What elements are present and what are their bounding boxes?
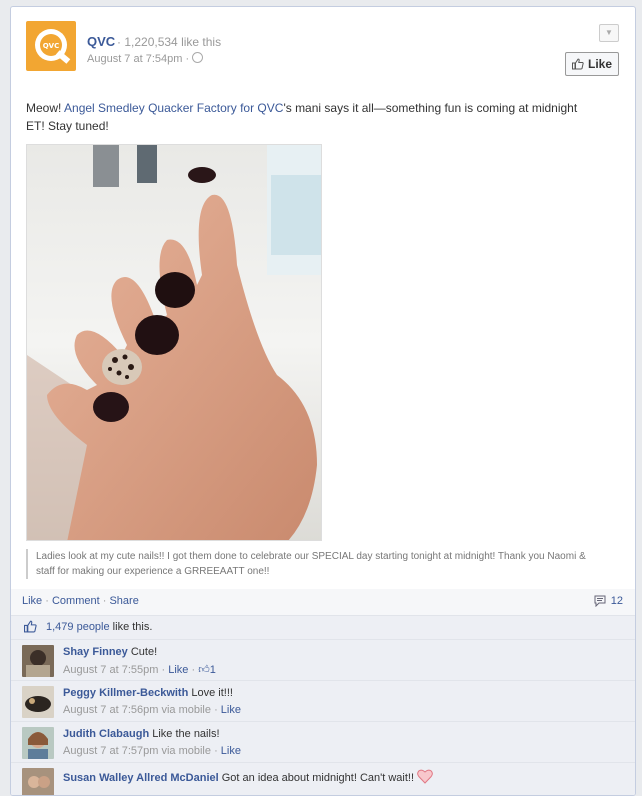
feedback-section: Like · Comment · Share 12 1,479 people l… bbox=[11, 589, 635, 795]
post-timestamp: August 7 at 7:54pm · bbox=[87, 52, 204, 65]
comment-author-link[interactable]: Shay Finney bbox=[63, 646, 128, 658]
comment-like-link[interactable]: Like bbox=[221, 745, 241, 757]
post-message: Meow! Angel Smedley Quacker Factory for … bbox=[26, 101, 578, 133]
comment-like-link[interactable]: Like bbox=[221, 704, 241, 716]
share-link[interactable]: Share bbox=[109, 595, 138, 607]
thumbs-up-icon bbox=[571, 58, 584, 70]
avatar[interactable] bbox=[22, 686, 54, 718]
thumbs-up-icon bbox=[24, 620, 37, 633]
like-button-label: Like bbox=[587, 57, 612, 71]
comment-icon bbox=[594, 595, 606, 607]
comment-meta: August 7 at 7:56pm via mobile · Like bbox=[63, 704, 241, 716]
facebook-post: QVC QVC · 1,220,534 like this August 7 a… bbox=[10, 6, 636, 796]
page-name-link[interactable]: QVC bbox=[87, 34, 115, 49]
comment-text: Got an idea about midnight! Can't wait!! bbox=[221, 772, 415, 784]
comment-meta: August 7 at 7:57pm via mobile · Like bbox=[63, 745, 241, 757]
comment-meta: August 7 at 7:55pm · Like · 👍︎1 bbox=[63, 664, 216, 676]
avatar[interactable] bbox=[22, 727, 54, 759]
comment-text: Like the nails! bbox=[152, 728, 220, 740]
post-actions: Like · Comment · Share bbox=[22, 595, 139, 607]
comment-count[interactable]: 12 bbox=[594, 595, 623, 607]
comment-text: Love it!!! bbox=[191, 687, 233, 699]
comment-like-link[interactable]: Like bbox=[168, 664, 188, 676]
photo-caption: Ladies look at my cute nails!! I got the… bbox=[26, 549, 606, 579]
likes-summary: 1,479 people like this. bbox=[11, 615, 635, 639]
comment-link[interactable]: Comment bbox=[52, 595, 100, 607]
tagged-page-link[interactable]: Angel Smedley Quacker Factory for QVC bbox=[64, 101, 283, 115]
avatar[interactable] bbox=[22, 768, 54, 795]
page-like-button[interactable]: Like bbox=[565, 52, 619, 76]
qvc-logo[interactable]: QVC bbox=[26, 21, 76, 71]
heart-icon bbox=[417, 769, 433, 784]
comment-author-link[interactable]: Judith Clabaugh bbox=[63, 728, 149, 740]
timestamp-link[interactable]: August 7 at 7:54pm bbox=[87, 53, 182, 65]
chevron-down-icon[interactable]: ▼ bbox=[599, 24, 619, 42]
comment-item: Peggy Killmer-Beckwith Love it!!! August… bbox=[11, 680, 635, 721]
thumbs-up-icon: 👍︎ bbox=[198, 664, 210, 676]
svg-text:QVC: QVC bbox=[43, 42, 60, 50]
avatar[interactable] bbox=[22, 645, 54, 677]
like-link[interactable]: Like bbox=[22, 595, 42, 607]
people-like-link[interactable]: 1,479 people bbox=[46, 621, 110, 633]
comment-like-count[interactable]: 👍︎1 bbox=[198, 664, 216, 676]
comment-text: Cute! bbox=[130, 646, 158, 658]
comment-item: Judith Clabaugh Like the nails! August 7… bbox=[11, 721, 635, 762]
comment-author-link[interactable]: Peggy Killmer-Beckwith bbox=[63, 687, 188, 699]
globe-icon bbox=[192, 52, 204, 63]
comment-item: Shay Finney Cute! August 7 at 7:55pm · L… bbox=[11, 639, 635, 680]
comment-item: Susan Walley Allred McDaniel Got an idea… bbox=[11, 762, 635, 795]
post-photo[interactable] bbox=[26, 144, 322, 541]
page-likes-count: · 1,220,534 like this bbox=[117, 35, 222, 49]
comment-author-link[interactable]: Susan Walley Allred McDaniel bbox=[63, 772, 219, 784]
